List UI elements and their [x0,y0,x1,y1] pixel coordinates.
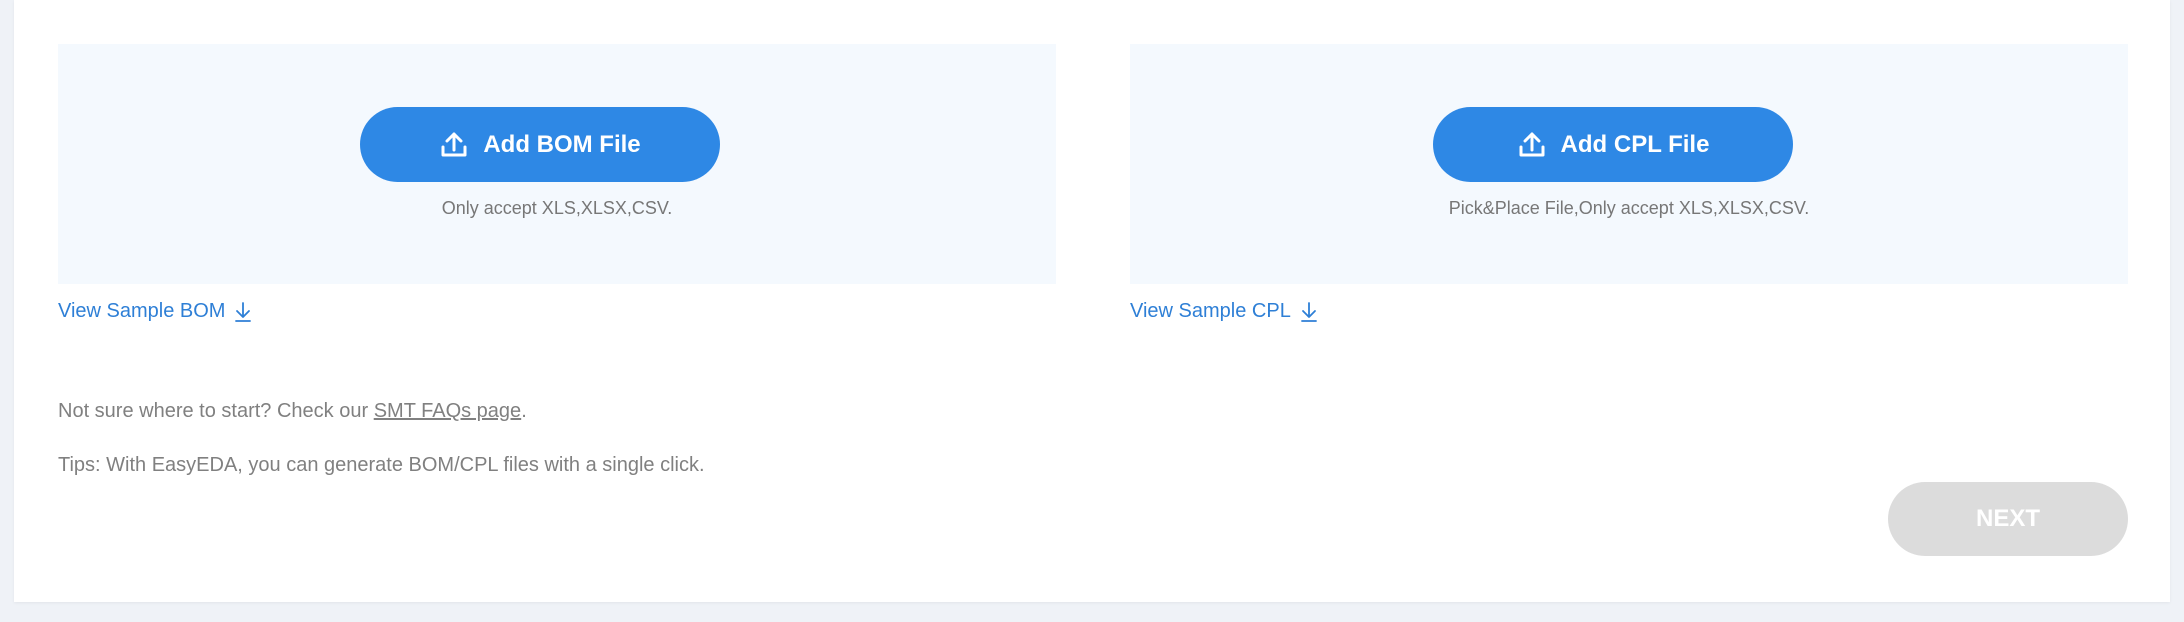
cpl-accept-note: Pick&Place File,Only accept XLS,XLSX,CSV… [1448,198,1810,218]
view-sample-cpl-link[interactable]: View Sample CPL [1130,300,1319,323]
download-arrow-icon [1300,301,1317,322]
help-text-suffix: . [521,400,527,422]
view-sample-cpl-label: View Sample CPL [1130,300,1291,322]
help-text: Not sure where to start? Check our SMT F… [58,400,527,423]
cpl-upload-area[interactable]: Add CPL File Pick&Place File,Only accept… [1130,44,2128,284]
add-bom-file-label: Add BOM File [483,130,641,158]
add-bom-file-button[interactable]: Add BOM File [360,107,720,182]
smt-faqs-link[interactable]: SMT FAQs page [374,400,521,422]
upload-card: Add BOM File Only accept XLS,XLSX,CSV. A… [14,0,2170,602]
upload-icon [441,132,467,156]
view-sample-bom-link[interactable]: View Sample BOM [58,300,253,323]
add-cpl-file-label: Add CPL File [1560,130,1710,158]
tips-text: Tips: With EasyEDA, you can generate BOM… [58,454,705,476]
add-cpl-file-button[interactable]: Add CPL File [1433,107,1793,182]
upload-icon [1519,132,1545,156]
bom-accept-note: Only accept XLS,XLSX,CSV. [441,198,673,218]
bom-upload-area[interactable]: Add BOM File Only accept XLS,XLSX,CSV. [58,44,1056,284]
next-button[interactable]: NEXT [1888,482,2128,556]
download-arrow-icon [235,301,252,322]
view-sample-bom-label: View Sample BOM [58,300,226,322]
help-text-prefix: Not sure where to start? Check our [58,400,374,422]
